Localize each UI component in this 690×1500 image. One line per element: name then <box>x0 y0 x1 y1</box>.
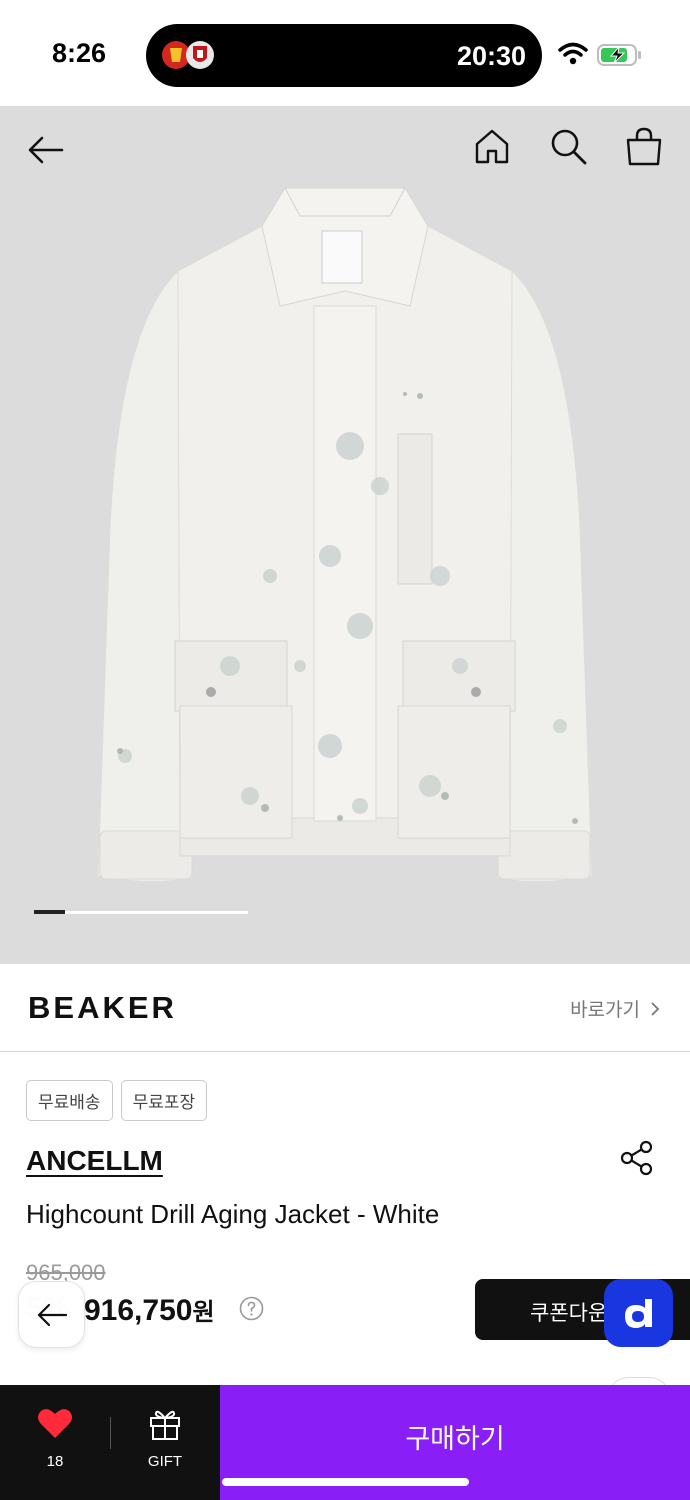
gallery-progress-thumb <box>34 910 65 914</box>
currency-unit: 원 <box>192 1299 215 1326</box>
search-icon[interactable] <box>548 126 588 166</box>
back-arrow-icon <box>37 1303 68 1327</box>
share-icon[interactable] <box>620 1140 654 1176</box>
home-icon[interactable] <box>472 126 512 166</box>
floating-back-button[interactable] <box>18 1281 85 1348</box>
gift-icon <box>150 1410 180 1440</box>
wifi-icon <box>558 42 588 65</box>
gift-label: GIFT <box>147 1453 183 1470</box>
back-arrow-icon[interactable] <box>26 130 66 170</box>
status-bar: 8:26 20:30 <box>0 0 690 106</box>
product-name: Highcount Drill Aging Jacket - White <box>26 1199 440 1229</box>
d-logo-icon <box>625 1299 652 1328</box>
product-image-gallery[interactable] <box>0 106 690 964</box>
sale-price-value: 916,750 <box>84 1294 193 1327</box>
like-count: 18 <box>46 1453 64 1470</box>
live-activity-team-icons <box>162 41 214 69</box>
bottom-left-panel: 18 GIFT <box>0 1385 220 1500</box>
tag-free-shipping: 무료배송 <box>26 1080 113 1121</box>
heart-icon <box>38 1409 72 1438</box>
live-activity-time: 20:30 <box>456 41 526 71</box>
gift-button[interactable]: GIFT <box>140 1407 190 1477</box>
store-row: BEAKER 바로가기 <box>0 964 690 1052</box>
tag-free-wrapping: 무료포장 <box>120 1080 208 1121</box>
like-button[interactable]: 18 <box>30 1407 80 1477</box>
battery-charging-icon <box>597 44 641 66</box>
gallery-progress-track <box>34 911 248 914</box>
shopping-bag-icon[interactable] <box>624 126 664 166</box>
dynamic-island[interactable]: 20:30 <box>146 24 542 87</box>
store-shortcut-label: 바로가기 <box>570 1000 640 1021</box>
benefit-tags: 무료배송 무료포장 <box>26 1080 208 1121</box>
store-shortcut-link[interactable]: 바로가기 <box>570 995 660 1022</box>
help-circle-icon[interactable] <box>239 1296 264 1321</box>
d-app-floating-button[interactable] <box>604 1279 673 1347</box>
store-logo: BEAKER <box>28 990 177 1025</box>
sale-price: 916,750원 <box>84 1292 215 1328</box>
product-image-jacket <box>97 187 593 883</box>
home-indicator <box>222 1478 469 1486</box>
chevron-right-icon <box>651 1001 660 1016</box>
divider <box>110 1417 111 1449</box>
product-brand-link[interactable]: ANCELLM <box>26 1145 163 1177</box>
status-time: 8:26 <box>52 38 107 68</box>
